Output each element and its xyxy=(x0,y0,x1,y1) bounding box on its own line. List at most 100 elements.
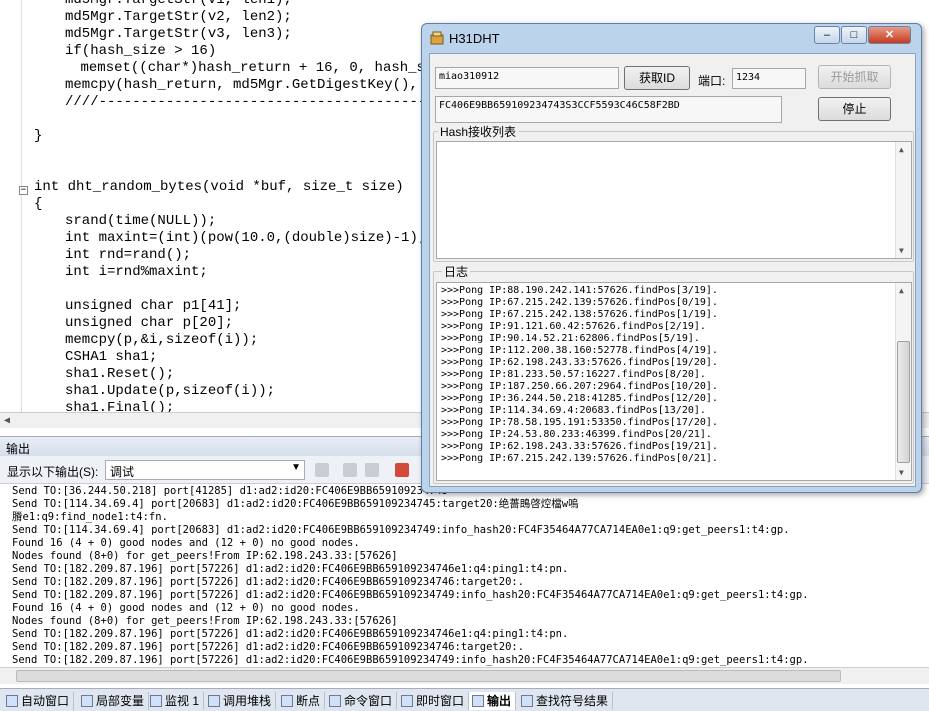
log-list[interactable]: ▲ ▼ >>>Pong IP:88.190.242.141:57626.find… xyxy=(436,282,912,481)
code-line: memcpy(p,&i,sizeof(i)); xyxy=(65,332,259,348)
scroll-left-icon[interactable]: ◀ xyxy=(4,415,10,426)
tab-2[interactable]: 局部变量 xyxy=(78,692,150,710)
tab-icon xyxy=(401,695,413,707)
tab-4[interactable]: 调用堆栈 xyxy=(205,692,277,710)
scroll-down-icon[interactable]: ▼ xyxy=(899,246,904,255)
maximize-button[interactable]: □ xyxy=(841,26,867,44)
scroll-up-icon[interactable]: ▲ xyxy=(899,145,904,154)
dialog-titlebar[interactable]: H31DHT – □ ✕ xyxy=(422,24,921,52)
code-line: int rnd=rand(); xyxy=(65,247,192,263)
output-line: Nodes found (8+0) for get_peers!From IP:… xyxy=(12,615,398,627)
tab-7[interactable]: 即时窗口 xyxy=(398,692,470,710)
code-line: sha1.Reset(); xyxy=(65,366,175,382)
code-line: ////------------------------------------… xyxy=(65,94,444,110)
code-line: unsigned char p1[41]; xyxy=(65,298,242,314)
code-line: int maxint=(int)(pow(10.0,(double)size)-… xyxy=(65,230,427,246)
tab-icon xyxy=(281,695,293,707)
output-horizontal-scrollbar[interactable] xyxy=(0,667,929,684)
h31dht-dialog: H31DHT – □ ✕ miao310912 获取ID 端口: 1234 开始… xyxy=(421,23,922,493)
log-line: >>>Pong IP:114.34.69.4:20683.findPos[13/… xyxy=(441,405,706,416)
code-line: int dht_random_bytes(void *buf, size_t s… xyxy=(34,179,404,195)
log-line: >>>Pong IP:67.215.242.139:57626.findPos[… xyxy=(441,453,718,464)
tab-icon xyxy=(472,695,484,707)
tab-label: 局部变量 xyxy=(96,694,145,708)
log-line: >>>Pong IP:67.215.242.138:57626.findPos[… xyxy=(441,309,718,320)
output-line: Send TO:[182.209.87.196] port[57226] d1:… xyxy=(12,654,809,666)
output-line: Send TO:[114.34.69.4] port[20683] d1:ad2… xyxy=(12,524,790,536)
log-line: >>>Pong IP:67.215.242.139:57626.findPos[… xyxy=(441,297,718,308)
tab-label: 命令窗口 xyxy=(344,694,393,708)
tab-1[interactable]: 自动窗口 xyxy=(3,692,75,710)
output-source-select[interactable]: 调试 ▼ xyxy=(105,460,305,480)
code-line: md5Mgr.TargetStr(v1, len1); xyxy=(65,0,292,8)
chevron-down-icon[interactable]: ▼ xyxy=(291,462,301,473)
tab-icon xyxy=(81,695,93,707)
start-capture-button[interactable]: 开始抓取 xyxy=(818,65,891,89)
code-line: srand(time(NULL)); xyxy=(65,213,217,229)
tab-5[interactable]: 断点 xyxy=(278,692,326,710)
clear-all-icon[interactable] xyxy=(395,463,409,477)
output-line: Found 16 (4 + 0) good nodes and (12 + 0)… xyxy=(12,602,360,614)
hash-input[interactable]: FC406E9BB659109234743S3CCF5593C46C58F2BD xyxy=(435,96,782,123)
output-line: 膌e1:q9:find_node1:t4:fn. xyxy=(12,511,168,523)
tab-6[interactable]: 命令窗口 xyxy=(326,692,398,710)
log-line: >>>Pong IP:24.53.80.233:46399.findPos[20… xyxy=(441,429,712,440)
tab-label: 调用堆栈 xyxy=(223,694,272,708)
output-text-area[interactable]: Send TO:[36.244.50.218] port[41285] d1:a… xyxy=(0,484,929,667)
tab-label: 即时窗口 xyxy=(416,694,465,708)
tab-icon xyxy=(6,695,18,707)
hash-list-label: Hash接收列表 xyxy=(438,123,519,140)
hash-list[interactable]: ▲ ▼ xyxy=(436,141,912,259)
show-output-label: 显示以下输出(S): xyxy=(7,465,99,479)
next-message-icon[interactable] xyxy=(365,463,379,477)
port-input[interactable]: 1234 xyxy=(732,68,806,89)
code-line: md5Mgr.TargetStr(v3, len3); xyxy=(65,26,292,42)
log-line: >>>Pong IP:78.58.195.191:53350.findPos[1… xyxy=(441,417,718,428)
tab-icon xyxy=(208,695,220,707)
dialog-client-area: miao310912 获取ID 端口: 1234 开始抓取 FC406E9BB6… xyxy=(429,53,916,487)
tab-label: 监视 1 xyxy=(165,694,200,708)
tab-label: 查找符号结果 xyxy=(536,694,609,708)
id-input[interactable]: miao310912 xyxy=(435,67,619,89)
tab-icon xyxy=(329,695,341,707)
fold-toggle-icon[interactable]: − xyxy=(19,186,28,195)
hash-list-scrollbar[interactable]: ▲ ▼ xyxy=(895,142,911,258)
output-line: Send TO:[182.209.87.196] port[57226] d1:… xyxy=(12,589,809,601)
tab-3[interactable]: 监视 1 xyxy=(147,692,205,710)
dialog-title: H31DHT xyxy=(449,31,500,46)
code-line: unsigned char p[20]; xyxy=(65,315,234,331)
log-line: >>>Pong IP:112.200.38.160:52778.findPos[… xyxy=(441,345,718,356)
tab-icon xyxy=(150,695,162,707)
prev-message-icon[interactable] xyxy=(343,463,357,477)
log-line: >>>Pong IP:62.198.243.33:57626.findPos[1… xyxy=(441,441,718,452)
tab-label: 断点 xyxy=(296,694,321,708)
log-scrollbar[interactable]: ▲ ▼ xyxy=(895,283,911,480)
stop-button[interactable]: 停止 xyxy=(818,97,891,121)
log-line: >>>Pong IP:91.121.60.42:57626.findPos[2/… xyxy=(441,321,706,332)
output-line: Send TO:[36.244.50.218] port[41285] d1:a… xyxy=(12,485,449,497)
output-line: Send TO:[182.209.87.196] port[57226] d1:… xyxy=(12,641,525,653)
tab-label: 输出 xyxy=(487,694,512,708)
port-label: 端口: xyxy=(698,74,726,88)
close-button[interactable]: ✕ xyxy=(868,26,911,44)
code-line: if(hash_size > 16) xyxy=(65,43,217,59)
tab-9[interactable]: 查找符号结果 xyxy=(518,692,614,710)
output-line: Nodes found (8+0) for get_peers!From IP:… xyxy=(12,550,398,562)
output-line: Send TO:[182.209.87.196] port[57226] d1:… xyxy=(12,563,569,575)
scrollbar-thumb[interactable] xyxy=(16,670,841,682)
log-line: >>>Pong IP:90.14.52.21:62806.findPos[5/1… xyxy=(441,333,700,344)
get-id-button[interactable]: 获取ID xyxy=(624,66,690,90)
tab-icon xyxy=(521,695,533,707)
tab-8[interactable]: 输出 xyxy=(469,692,517,710)
minimize-button[interactable]: – xyxy=(814,26,840,44)
bottom-tool-tabs: 自动窗口 局部变量 监视 1 调用堆栈 断点 命令窗口 即时窗口 输出 查找符号结果 xyxy=(0,688,929,711)
scrollbar-thumb[interactable] xyxy=(897,341,910,463)
log-line: >>>Pong IP:62.198.243.33:57626.findPos[1… xyxy=(441,357,718,368)
editor-gutter xyxy=(0,0,22,412)
scroll-up-icon[interactable]: ▲ xyxy=(899,286,904,295)
find-message-icon[interactable] xyxy=(315,463,329,477)
output-line: Found 16 (4 + 0) good nodes and (12 + 0)… xyxy=(12,537,360,549)
code-line: memcpy(hash_return, md5Mgr.GetDigestKey(… xyxy=(65,77,444,93)
scroll-down-icon[interactable]: ▼ xyxy=(899,468,904,477)
log-label: 日志 xyxy=(442,263,471,280)
